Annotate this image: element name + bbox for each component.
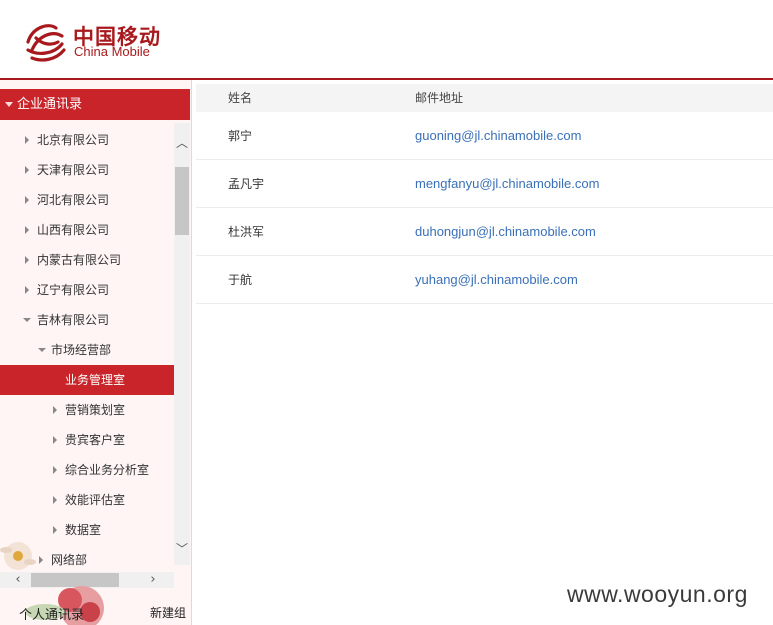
contact-email-link[interactable]: mengfanyu@jl.chinamobile.com	[415, 160, 599, 208]
tree-node-vip-customer[interactable]: 贵宾客户室	[0, 425, 174, 455]
table-header: 姓名 邮件地址	[196, 84, 773, 112]
scroll-down-icon[interactable]: ﹀	[174, 541, 190, 557]
expand-arrow-icon	[25, 286, 29, 294]
tree-node-label: 数据室	[65, 523, 102, 537]
tree-node-business-mgmt[interactable]: 业务管理室	[0, 365, 174, 395]
tree-node-beijing[interactable]: 北京有限公司	[0, 125, 174, 155]
tree-node-market-ops[interactable]: 市场经营部	[0, 335, 174, 365]
scrollbar-thumb[interactable]	[31, 573, 119, 587]
expand-arrow-icon	[25, 256, 29, 264]
table-row: 郭宁 guoning@jl.chinamobile.com	[196, 112, 773, 160]
tree-node-jilin[interactable]: 吉林有限公司	[0, 305, 174, 335]
tree-node-label: 贵宾客户室	[65, 433, 126, 447]
collapse-arrow-icon	[38, 348, 46, 352]
tree-node-label: 吉林有限公司	[37, 313, 110, 327]
expand-arrow-icon	[39, 556, 43, 564]
expand-arrow-icon	[53, 496, 57, 504]
brand-name-en: China Mobile	[74, 44, 150, 59]
new-group-button[interactable]: 新建组	[150, 604, 186, 621]
scroll-right-icon[interactable]: ›	[145, 572, 161, 588]
sidebar: 企业通讯录 北京有限公司 天津有限公司 河北有限公司 山西有限公司 内蒙古有限公…	[0, 80, 192, 625]
table-row: 于航 yuhang@jl.chinamobile.com	[196, 256, 773, 304]
tree-node-label: 北京有限公司	[37, 133, 110, 147]
tree-node-label: 网络部	[51, 553, 88, 567]
tree-node-label: 山西有限公司	[37, 223, 110, 237]
tree-node-label: 市场经营部	[51, 343, 112, 357]
tree-node-business-analysis[interactable]: 综合业务分析室	[0, 455, 174, 485]
tree-node-efficiency-eval[interactable]: 效能评估室	[0, 485, 174, 515]
tree-horizontal-scrollbar[interactable]: ‹ ›	[0, 572, 174, 588]
collapse-triangle-icon	[5, 102, 13, 107]
header: 中国移动 China Mobile	[0, 0, 773, 80]
tree-node-label: 效能评估室	[65, 493, 126, 507]
tree-node-data-room[interactable]: 数据室	[0, 515, 174, 545]
expand-arrow-icon	[53, 466, 57, 474]
tree-node-neimenggu[interactable]: 内蒙古有限公司	[0, 245, 174, 275]
contact-name: 孟凡宇	[228, 177, 265, 191]
table-row: 杜洪军 duhongjun@jl.chinamobile.com	[196, 208, 773, 256]
contact-name: 杜洪军	[228, 225, 265, 239]
enterprise-directory-title: 企业通讯录	[17, 97, 83, 112]
contact-name: 于航	[228, 273, 253, 287]
tree-node-liaoning[interactable]: 辽宁有限公司	[0, 275, 174, 305]
tree-node-label: 综合业务分析室	[65, 463, 150, 477]
expand-arrow-icon	[25, 226, 29, 234]
china-mobile-logo-icon	[26, 24, 66, 62]
tree-node-label: 河北有限公司	[37, 193, 110, 207]
personal-directory-label[interactable]: 个人通讯录	[19, 604, 84, 623]
contact-email-link[interactable]: duhongjun@jl.chinamobile.com	[415, 208, 596, 256]
expand-arrow-icon	[25, 196, 29, 204]
tree-node-network-dept[interactable]: 网络部	[0, 545, 174, 575]
scroll-left-icon[interactable]: ‹	[10, 572, 26, 588]
column-header-name: 姓名	[228, 91, 253, 105]
expand-arrow-icon	[53, 436, 57, 444]
expand-arrow-icon	[25, 166, 29, 174]
tree-node-label: 天津有限公司	[37, 163, 110, 177]
tree-node-label: 业务管理室	[65, 373, 126, 387]
personal-directory-bar: 个人通讯录 新建组	[0, 600, 191, 625]
tree-node-tianjin[interactable]: 天津有限公司	[0, 155, 174, 185]
tree-node-shanxi[interactable]: 山西有限公司	[0, 215, 174, 245]
column-header-email: 邮件地址	[415, 91, 464, 105]
table-row: 孟凡宇 mengfanyu@jl.chinamobile.com	[196, 160, 773, 208]
watermark: www.wooyun.org	[567, 581, 748, 607]
scrollbar-thumb[interactable]	[175, 167, 189, 235]
tree-node-hebei[interactable]: 河北有限公司	[0, 185, 174, 215]
expand-arrow-icon	[25, 136, 29, 144]
expand-arrow-icon	[53, 406, 57, 414]
tree-node-label: 营销策划室	[65, 403, 126, 417]
scroll-up-icon[interactable]: ︿	[174, 135, 190, 151]
contact-table: 姓名 邮件地址 郭宁 guoning@jl.chinamobile.com 孟凡…	[196, 80, 773, 625]
tree-node-label: 内蒙古有限公司	[37, 253, 122, 267]
tree-node-marketing-planning[interactable]: 营销策划室	[0, 395, 174, 425]
contact-name: 郭宁	[228, 129, 253, 143]
enterprise-directory-header[interactable]: 企业通讯录	[0, 89, 190, 120]
collapse-arrow-icon	[23, 318, 31, 322]
contact-email-link[interactable]: yuhang@jl.chinamobile.com	[415, 256, 578, 304]
expand-arrow-icon	[53, 526, 57, 534]
contact-email-link[interactable]: guoning@jl.chinamobile.com	[415, 112, 581, 160]
tree-vertical-scrollbar[interactable]: ︿ ﹀	[174, 123, 190, 565]
tree-node-label: 辽宁有限公司	[37, 283, 110, 297]
